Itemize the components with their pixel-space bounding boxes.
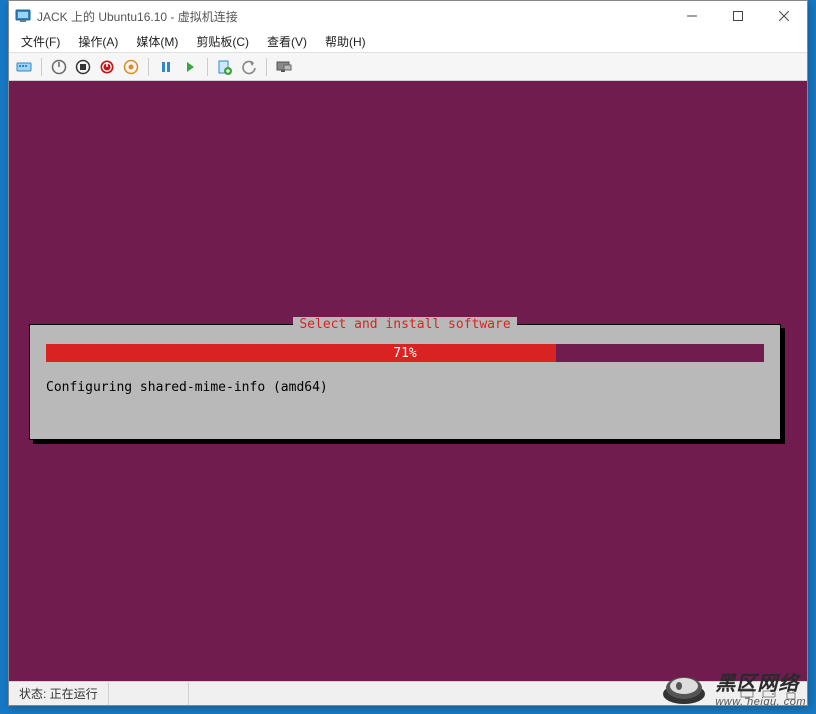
enhanced-session-button[interactable] (273, 56, 295, 78)
progress-label: 71% (46, 344, 764, 362)
installer-title: Select and install software (293, 317, 516, 332)
menu-view[interactable]: 查看(V) (259, 31, 315, 52)
ctrl-alt-del-button[interactable] (13, 56, 35, 78)
toolbar-separator (148, 58, 149, 76)
pause-button[interactable] (155, 56, 177, 78)
status-text: 状态: 正在运行 (9, 682, 109, 705)
menu-clipboard[interactable]: 剪贴板(C) (188, 31, 257, 52)
titlebar-left: JACK 上的 Ubuntu16.10 - 虚拟机连接 (15, 8, 238, 25)
save-state-button[interactable] (120, 56, 142, 78)
toolbar-separator (207, 58, 208, 76)
disk-icon (761, 686, 777, 702)
installer-status: Configuring shared-mime-info (amd64) (46, 380, 764, 395)
status-icons (731, 686, 807, 702)
menu-help[interactable]: 帮助(H) (317, 31, 374, 52)
toolbar-separator (266, 58, 267, 76)
toolbar-separator (41, 58, 42, 76)
network-icon (739, 686, 755, 702)
menu-file[interactable]: 文件(F) (13, 31, 68, 52)
statusbar: 状态: 正在运行 (9, 681, 807, 705)
menubar: 文件(F) 操作(A) 媒体(M) 剪贴板(C) 查看(V) 帮助(H) (9, 31, 807, 53)
vm-display[interactable]: Select and install software 71% Configur… (9, 81, 807, 681)
checkpoint-button[interactable] (214, 56, 236, 78)
menu-action[interactable]: 操作(A) (70, 31, 126, 52)
menu-media[interactable]: 媒体(M) (128, 31, 186, 52)
hyperv-vm-connect-window: JACK 上的 Ubuntu16.10 - 虚拟机连接 文件(F) 操作(A) … (8, 0, 808, 706)
titlebar: JACK 上的 Ubuntu16.10 - 虚拟机连接 (9, 1, 807, 31)
window-controls (669, 1, 807, 31)
installer-title-line: Select and install software (46, 317, 764, 332)
maximize-button[interactable] (715, 1, 761, 31)
minimize-button[interactable] (669, 1, 715, 31)
close-button[interactable] (761, 1, 807, 31)
reset-button[interactable] (179, 56, 201, 78)
rule-right (517, 324, 764, 325)
installer-panel: Select and install software 71% Configur… (29, 324, 781, 440)
app-icon (15, 8, 31, 24)
turn-off-button[interactable] (72, 56, 94, 78)
lock-icon (783, 686, 799, 702)
revert-button[interactable] (238, 56, 260, 78)
progress-bar: 71% (46, 344, 764, 362)
rule-left (46, 324, 293, 325)
status-cell-empty (109, 682, 189, 705)
start-button[interactable] (48, 56, 70, 78)
shutdown-button[interactable] (96, 56, 118, 78)
toolbar (9, 53, 807, 81)
window-title: JACK 上的 Ubuntu16.10 - 虚拟机连接 (37, 8, 238, 25)
